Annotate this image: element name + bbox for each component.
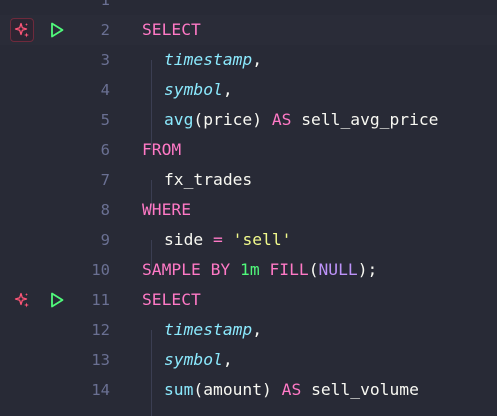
plain-token: ( [308, 260, 319, 279]
code-text: avg(price) AS sell_avg_price [164, 105, 439, 135]
code-text: WHERE [142, 195, 191, 225]
code-text: side = 'sell' [164, 225, 291, 255]
code-text: SELECT [142, 285, 201, 315]
code-text: FROM [142, 135, 181, 165]
code-text: timestamp, [164, 315, 262, 345]
line-number: 1 [100, 0, 110, 9]
line-number: 8 [100, 201, 110, 219]
punctuation-token: , [252, 50, 263, 69]
code-text: sum(amount) AS sell_volume [164, 375, 419, 405]
keyword-token: SELECT [142, 290, 201, 309]
string-token: 'sell' [232, 230, 292, 249]
code-line[interactable]: 10 SAMPLE BY 1m FILL(NULL); [0, 255, 497, 285]
code-line[interactable]: 6 FROM [0, 135, 497, 165]
code-line[interactable]: 3 timestamp, [0, 45, 497, 75]
number-token: 1m [240, 260, 260, 279]
table-token: fx_trades [164, 170, 253, 189]
plain-token: side [164, 230, 214, 249]
play-icon [51, 292, 64, 308]
line-number: 4 [100, 81, 110, 99]
punctuation-token: , [252, 320, 263, 339]
code-line[interactable]: 14 sum(amount) AS sell_volume [0, 375, 497, 405]
alias-token: sell_volume [301, 380, 419, 399]
column-token: timestamp [164, 320, 253, 339]
keyword-token: SAMPLE BY [142, 260, 231, 279]
code-line[interactable]: 11 SELECT [0, 285, 497, 315]
code-line[interactable]: 5 avg(price) AS sell_avg_price [0, 105, 497, 135]
code-line[interactable]: 8 WHERE [0, 195, 497, 225]
keyword-token: FILL [269, 260, 309, 279]
plain-token: ); [357, 260, 378, 279]
ai-assist-button[interactable] [10, 288, 34, 312]
plain-token: (amount) [193, 380, 282, 399]
function-token: avg [164, 110, 194, 129]
keyword-token: WHERE [142, 200, 192, 219]
column-token: timestamp [164, 50, 253, 69]
operator-token: = [213, 230, 223, 249]
code-line[interactable]: 1 [0, 0, 497, 15]
code-line[interactable]: 7 fx_trades [0, 165, 497, 195]
code-text: symbol, [164, 75, 233, 105]
line-number: 13 [91, 351, 110, 369]
code-text: SAMPLE BY 1m FILL(NULL); [142, 255, 377, 285]
sparkle-icon [14, 22, 29, 38]
keyword-token: FROM [142, 140, 182, 159]
code-line[interactable]: 13 symbol, [0, 345, 497, 375]
sql-editor[interactable]: 1 2 SELECT 3 timestamp, 4 symbol, 5 avg(… [0, 0, 497, 416]
sparkle-icon [14, 292, 29, 308]
plain-token: (price) [193, 110, 272, 129]
code-line[interactable]: 12 timestamp, [0, 315, 497, 345]
line-number: 14 [91, 381, 110, 399]
run-query-button[interactable] [48, 291, 66, 309]
play-icon [51, 22, 64, 38]
code-line[interactable]: 9 side = 'sell' [0, 225, 497, 255]
function-token: sum [164, 380, 194, 399]
line-number: 10 [91, 261, 110, 279]
punctuation-token: , [222, 80, 233, 99]
null-token: NULL [318, 260, 358, 279]
line-number: 7 [100, 171, 110, 189]
code-text: fx_trades [164, 165, 252, 195]
code-text: SELECT [142, 15, 201, 45]
keyword-token: AS [281, 380, 302, 399]
line-number: 3 [100, 51, 110, 69]
line-number: 5 [100, 111, 110, 129]
alias-token: sell_avg_price [291, 110, 439, 129]
line-number: 2 [100, 21, 110, 39]
line-number: 6 [100, 141, 110, 159]
ai-assist-button[interactable] [10, 18, 34, 42]
keyword-token: AS [271, 110, 292, 129]
run-query-button[interactable] [48, 21, 66, 39]
column-token: symbol [164, 350, 223, 369]
punctuation-token: , [222, 350, 233, 369]
code-text: timestamp, [164, 45, 262, 75]
code-text: symbol, [164, 345, 233, 375]
column-token: symbol [164, 80, 223, 99]
line-number: 12 [91, 321, 110, 339]
code-line[interactable]: 2 SELECT [0, 15, 497, 45]
keyword-token: SELECT [142, 20, 201, 39]
code-line[interactable]: 4 symbol, [0, 75, 497, 105]
line-number: 11 [91, 291, 110, 309]
line-number: 9 [100, 231, 110, 249]
